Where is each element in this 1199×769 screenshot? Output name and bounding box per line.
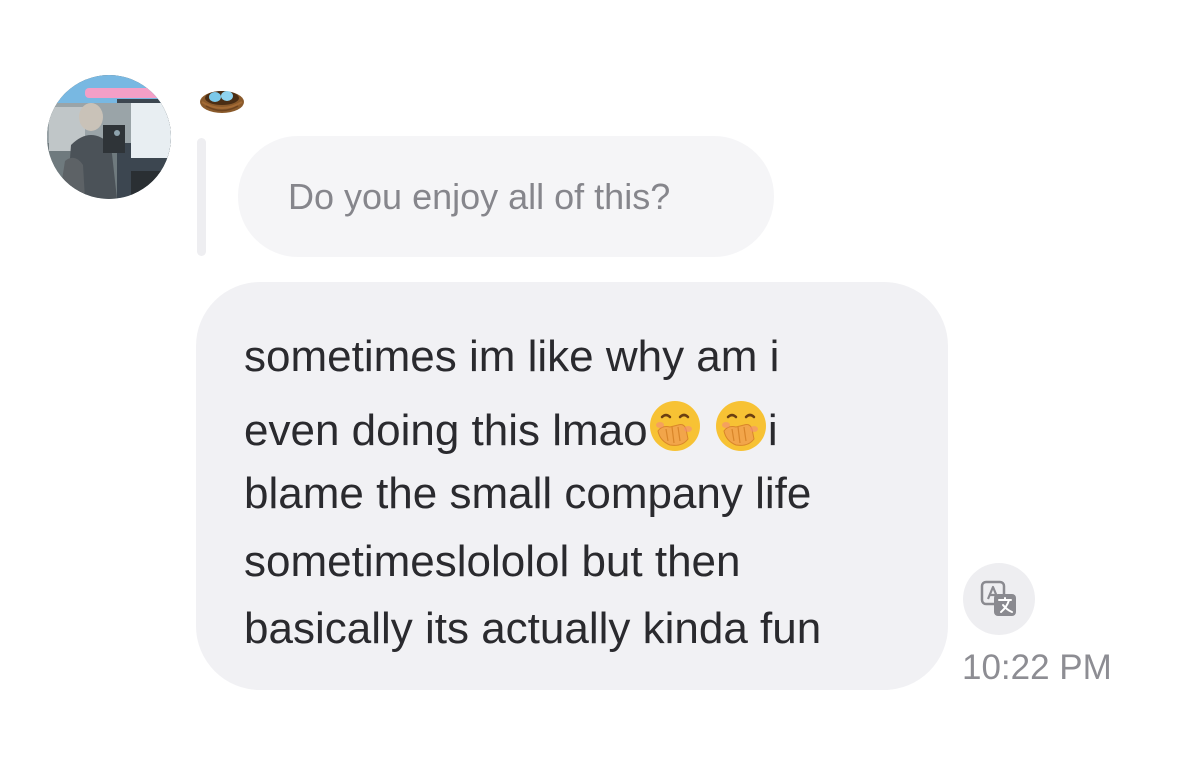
message-bubble[interactable]: sometimes im like why am i even doing th…	[196, 282, 948, 690]
hand-over-mouth-emoji	[648, 399, 702, 453]
message-line: sometimes im like why am i	[244, 331, 779, 383]
message-text: basically its actually kinda fun	[244, 604, 822, 653]
quoted-message-bubble[interactable]: Do you enjoy all of this?	[238, 136, 774, 257]
message-text: i	[767, 406, 778, 455]
hand-over-mouth-emoji	[714, 399, 768, 453]
message-line: even doing this lmao i	[244, 399, 778, 457]
nest-with-eggs-icon	[198, 84, 246, 116]
translate-button[interactable]	[963, 563, 1035, 635]
dm-thread-screen: Do you enjoy all of this? sometimes im l…	[0, 0, 1199, 769]
message-timestamp: 10:22 PM	[962, 648, 1112, 687]
avatar[interactable]	[47, 75, 171, 199]
reply-indicator-bar	[197, 138, 206, 256]
profile-photo-image	[47, 75, 171, 199]
message-line: blame the small company life	[244, 468, 811, 520]
message-text: even doing this lmao	[244, 406, 648, 455]
message-text: sometimes im like why am i	[244, 332, 780, 381]
message-text: sometimeslololol but then	[244, 537, 741, 586]
translate-icon	[980, 580, 1016, 616]
message-line: basically its actually kinda fun	[244, 603, 821, 655]
message-text: blame the small company life	[244, 469, 812, 518]
message-line: sometimeslololol but then	[244, 536, 740, 588]
quoted-message-text: Do you enjoy all of this?	[288, 175, 671, 217]
